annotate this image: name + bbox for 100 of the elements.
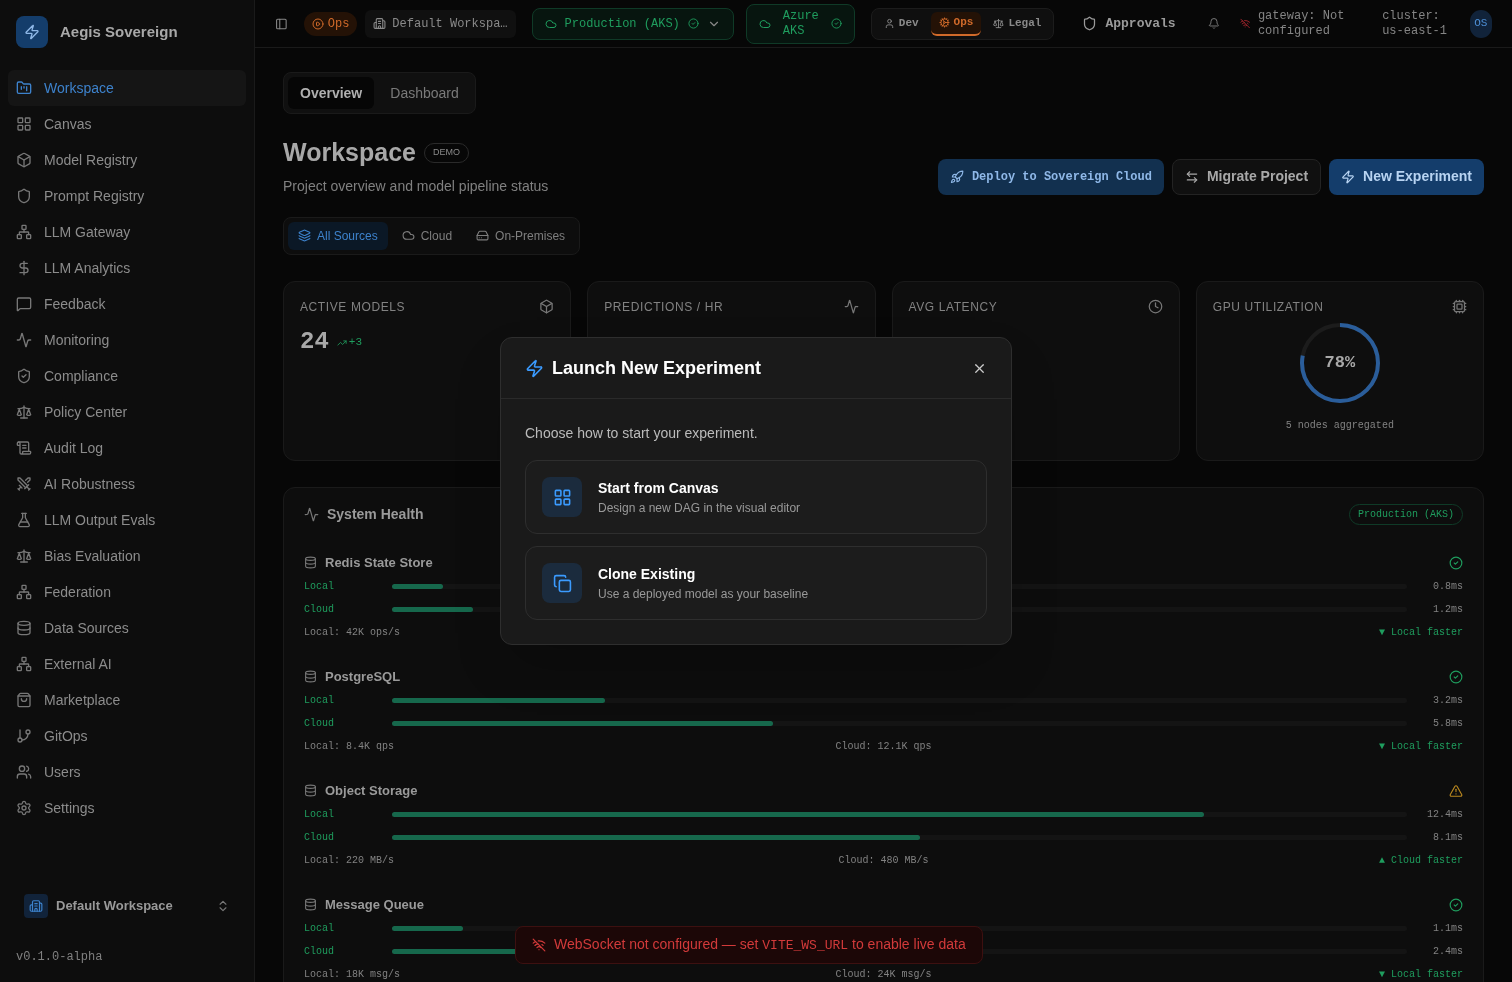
- folder-icon: [16, 80, 32, 96]
- database-icon: [16, 620, 32, 636]
- gauge-value: 78%: [1323, 351, 1357, 374]
- service-name: Redis State Store: [325, 553, 433, 572]
- cube-icon: [539, 299, 555, 314]
- logo-icon: [16, 16, 48, 48]
- option-card[interactable]: Start from Canvas Design a new DAG in the visual editor: [525, 460, 987, 534]
- sidebar-item[interactable]: Data Sources: [8, 610, 246, 646]
- action-button[interactable]: Deploy to Sovereign Cloud: [937, 158, 1164, 195]
- latency-reading: 8.1ms: [1432, 830, 1463, 845]
- sidebar-item[interactable]: Bias Evaluation: [8, 538, 246, 574]
- latency-reading: 1.1ms: [1432, 921, 1463, 936]
- latency-reading: 5.8ms: [1432, 716, 1463, 731]
- approvals-button[interactable]: Approvals: [1070, 7, 1188, 40]
- sidebar-item[interactable]: Settings: [8, 790, 246, 826]
- sidebar-item[interactable]: Marketplace: [8, 682, 246, 718]
- pulse-icon: [304, 506, 319, 522]
- network-icon: [16, 656, 32, 672]
- scale-icon: [16, 404, 32, 420]
- throughput-label: Cloud: 12.1K qps: [835, 740, 932, 752]
- swap-icon: [1184, 169, 1199, 184]
- bell-icon[interactable]: [1207, 16, 1220, 31]
- sidebar-item[interactable]: Feedback: [8, 286, 246, 322]
- sidebar-item[interactable]: AI Robustness: [8, 466, 246, 502]
- cloud-icon: [544, 17, 557, 30]
- sidebar-item[interactable]: Prompt Registry: [8, 178, 246, 214]
- database-icon: [304, 670, 317, 683]
- stat-label: GPU UTILIZATION: [1212, 298, 1324, 316]
- toast-message: WebSocket not configured — set VITE_WS_URL to enable live data: [554, 935, 966, 956]
- sidebar-item[interactable]: Federation: [8, 574, 246, 610]
- sidebar-item[interactable]: Users: [8, 754, 246, 790]
- row-label: Cloud: [304, 602, 335, 617]
- building-icon: [24, 894, 48, 918]
- option-description: Design a new DAG in the visual editor: [598, 499, 801, 517]
- row-label: Cloud: [304, 944, 335, 959]
- source-filter[interactable]: On-Premises: [466, 221, 576, 250]
- scroll-icon: [16, 440, 32, 456]
- workspace-selector[interactable]: Default Workspa…: [365, 9, 516, 38]
- persona-toggle[interactable]: Ops: [930, 11, 982, 36]
- sidebar-item[interactable]: Canvas: [8, 106, 246, 142]
- option-description: Use a deployed model as your baseline: [598, 585, 809, 603]
- verdict-label: ▼ Local faster: [1379, 740, 1463, 752]
- sidebar-item[interactable]: Compliance: [8, 358, 246, 394]
- sidebar-item[interactable]: LLM Output Evals: [8, 502, 246, 538]
- sidebar-item[interactable]: Audit Log: [8, 430, 246, 466]
- tab[interactable]: Overview: [288, 77, 375, 109]
- tab[interactable]: Dashboard: [378, 77, 471, 109]
- workspace-selector[interactable]: Default Workspace: [16, 888, 238, 924]
- version-label: v0.1.0-alpha: [16, 949, 104, 966]
- lightning-icon: [1341, 169, 1356, 184]
- user-avatar[interactable]: OS: [1469, 9, 1492, 38]
- source-filter[interactable]: All Sources: [288, 221, 388, 250]
- sidebar-item[interactable]: Workspace: [8, 70, 246, 106]
- sidebar-item[interactable]: LLM Gateway: [8, 214, 246, 250]
- persona-toggle[interactable]: Dev: [875, 11, 927, 36]
- option-card[interactable]: Clone Existing Use a deployed model as your baseline: [525, 546, 987, 620]
- row-label: Local: [304, 693, 335, 708]
- environment-dropdown[interactable]: Production (AKS): [531, 7, 734, 40]
- stat-value: 24: [300, 326, 329, 357]
- latency-reading: 2.4ms: [1432, 944, 1463, 959]
- throughput-label: Local: 42K ops/s: [304, 626, 400, 638]
- source-filter[interactable]: Cloud: [391, 221, 463, 250]
- dialog-description: Choose how to start your experiment.: [525, 424, 759, 443]
- branch-icon: [16, 728, 32, 744]
- section-title: System Health: [327, 504, 424, 524]
- drive-icon: [476, 229, 490, 242]
- copy-icon: [542, 563, 582, 603]
- latency-reading: 3.2ms: [1432, 693, 1463, 708]
- check-circle-icon: [687, 18, 699, 29]
- mode-badge: Ops: [303, 11, 358, 36]
- chat-icon: [16, 296, 32, 312]
- gateway-status: gateway: Not configured: [1257, 8, 1346, 39]
- page-subtitle: Project overview and model pipeline status: [283, 176, 549, 196]
- settings-icon: [16, 800, 32, 816]
- stat-delta: +3: [336, 334, 362, 351]
- pulse-icon: [843, 299, 859, 314]
- users-icon: [16, 764, 32, 780]
- persona-toggle[interactable]: Legal: [985, 11, 1050, 36]
- bag-icon: [16, 692, 32, 708]
- sidebar-item[interactable]: Monitoring: [8, 322, 246, 358]
- stat-label: ACTIVE MODELS: [300, 298, 406, 316]
- sidebar-item[interactable]: External AI: [8, 646, 246, 682]
- shield-icon: [16, 188, 32, 204]
- chip-icon: [1452, 299, 1467, 314]
- flask-icon: [16, 512, 32, 528]
- cluster-badge: Azure AKS: [745, 3, 855, 44]
- action-button[interactable]: New Experiment: [1329, 158, 1484, 195]
- stat-label: AVG LATENCY: [908, 298, 998, 316]
- scale-icon: [16, 548, 32, 564]
- network-icon: [16, 224, 32, 240]
- action-button[interactable]: Migrate Project: [1171, 158, 1322, 195]
- sidebar-item[interactable]: Policy Center: [8, 394, 246, 430]
- latency-reading: 12.4ms: [1426, 807, 1463, 822]
- lightning-icon: [525, 358, 544, 378]
- brand-name: Aegis Sovereign: [60, 21, 178, 42]
- sidebar-item[interactable]: GitOps: [8, 718, 246, 754]
- sidebar-item[interactable]: LLM Analytics: [8, 250, 246, 286]
- rocket-icon: [949, 169, 964, 184]
- sidebar-item[interactable]: Model Registry: [8, 142, 246, 178]
- wifi-off-icon: [1239, 17, 1250, 30]
